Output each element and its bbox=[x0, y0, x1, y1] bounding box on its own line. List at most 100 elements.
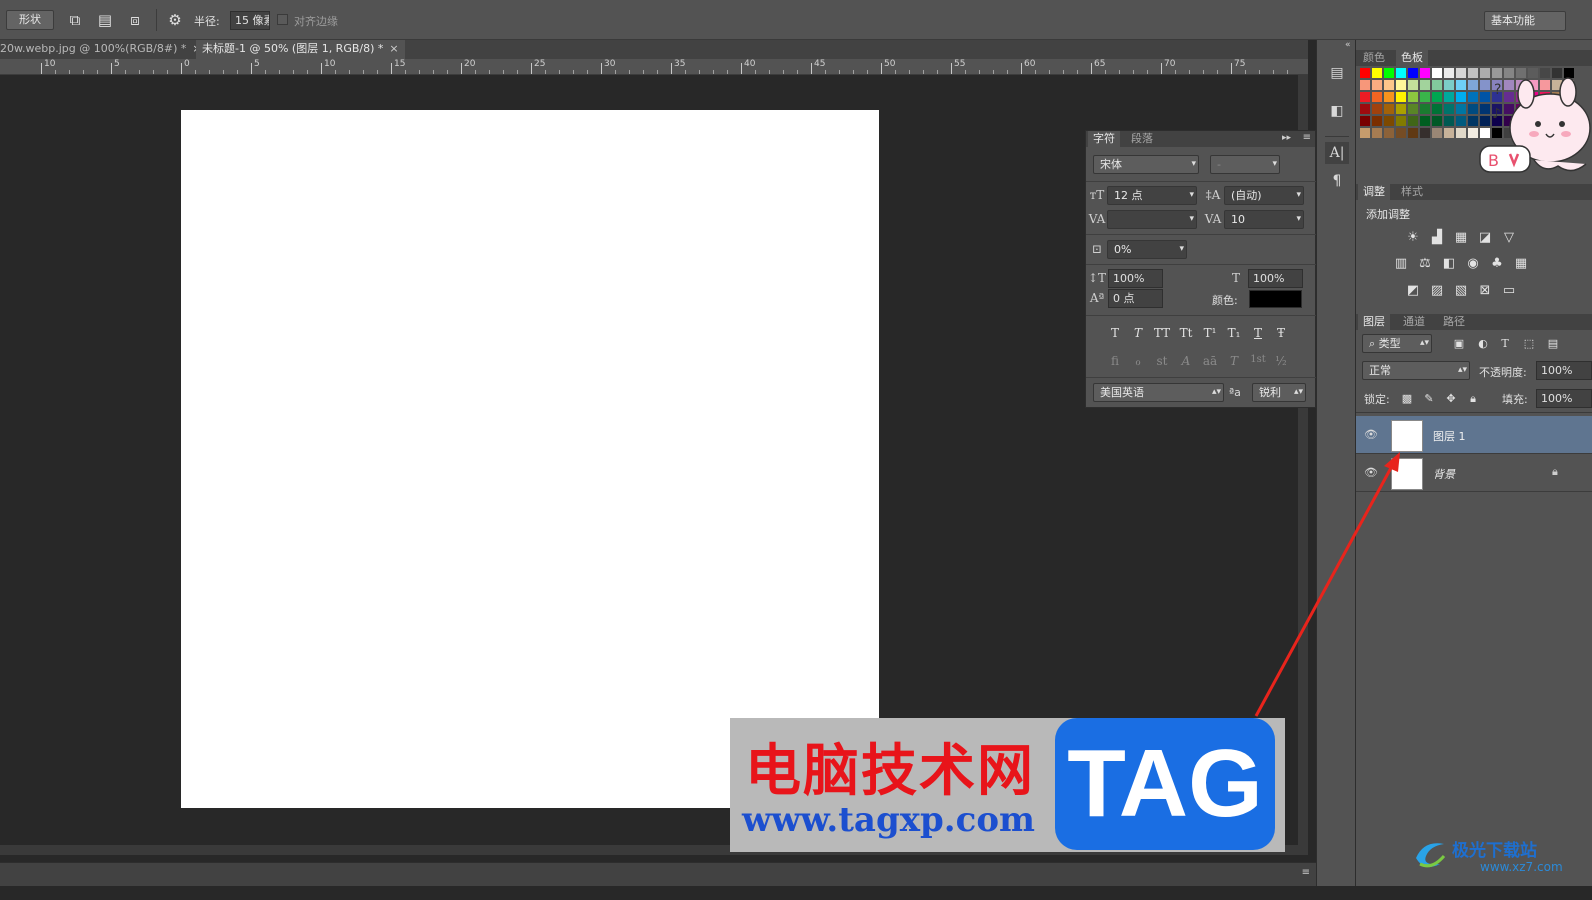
color-swatch[interactable] bbox=[1372, 80, 1382, 90]
path-operations-icon[interactable]: ⧉ bbox=[64, 9, 86, 31]
color-swatch[interactable] bbox=[1432, 68, 1442, 78]
color-swatch[interactable] bbox=[1384, 68, 1394, 78]
lock-all-icon[interactable]: 🔒︎ bbox=[1464, 391, 1482, 407]
color-swatch[interactable] bbox=[1396, 128, 1406, 138]
threshold-icon[interactable]: ▧ bbox=[1452, 283, 1470, 299]
tab-adjustments[interactable]: 调整 bbox=[1358, 184, 1390, 200]
collapse-icon[interactable]: « bbox=[1345, 40, 1351, 50]
color-swatch[interactable] bbox=[1372, 128, 1382, 138]
language-select[interactable]: 美国英语 ▴▾ bbox=[1093, 383, 1224, 402]
small-caps-button[interactable]: Tt bbox=[1175, 326, 1197, 342]
color-swatch[interactable] bbox=[1432, 128, 1442, 138]
color-swatch[interactable] bbox=[1456, 92, 1466, 102]
underline-button[interactable]: T bbox=[1247, 326, 1269, 342]
tab-character[interactable]: 字符 bbox=[1088, 131, 1120, 147]
horizontal-scale-input[interactable]: 100% bbox=[1248, 269, 1303, 288]
invert-icon[interactable]: ◩ bbox=[1404, 283, 1422, 299]
baseline-shift-input[interactable]: 0 点 bbox=[1108, 289, 1163, 308]
all-caps-button[interactable]: TT bbox=[1151, 326, 1173, 342]
color-swatch[interactable] bbox=[1408, 116, 1418, 126]
layer-row-background[interactable]: 👁︎ 背景 🔒︎ bbox=[1356, 454, 1592, 492]
faux-bold-button[interactable]: T bbox=[1104, 326, 1126, 342]
superscript-button[interactable]: T¹ bbox=[1199, 326, 1221, 342]
stylistic-alternates-button[interactable]: A bbox=[1175, 354, 1197, 370]
collapse-icon[interactable]: ▸▸ bbox=[1282, 133, 1291, 143]
selective-color-icon[interactable]: ⊠ bbox=[1476, 283, 1494, 299]
path-arrangement-icon[interactable]: ⧈ bbox=[124, 9, 146, 31]
channel-mixer-icon[interactable]: ♣ bbox=[1488, 256, 1506, 272]
tab-paragraph[interactable]: 段落 bbox=[1126, 131, 1158, 147]
color-swatch[interactable] bbox=[1360, 104, 1370, 114]
path-alignment-icon[interactable]: ▤ bbox=[94, 9, 116, 31]
exposure-icon[interactable]: ◪ bbox=[1476, 230, 1494, 246]
lock-pixels-icon[interactable]: ✎ bbox=[1420, 391, 1438, 407]
subscript-button[interactable]: T₁ bbox=[1223, 326, 1245, 342]
color-swatch[interactable] bbox=[1444, 68, 1454, 78]
vertical-scale-input[interactable]: 100% bbox=[1108, 269, 1163, 288]
ordinals-button[interactable]: 1st bbox=[1247, 354, 1269, 370]
color-swatch[interactable] bbox=[1372, 104, 1382, 114]
color-swatch[interactable] bbox=[1420, 68, 1430, 78]
color-swatch[interactable] bbox=[1396, 68, 1406, 78]
color-swatch[interactable] bbox=[1456, 80, 1466, 90]
panel-menu-icon[interactable]: ≡ bbox=[1303, 132, 1311, 143]
color-swatch[interactable] bbox=[1372, 116, 1382, 126]
document-canvas[interactable] bbox=[181, 110, 879, 808]
paragraph-icon[interactable]: ¶ bbox=[1325, 170, 1349, 192]
color-swatch[interactable] bbox=[1444, 104, 1454, 114]
font-size-input[interactable]: 12 点 ▾ bbox=[1107, 186, 1197, 205]
color-balance-icon[interactable]: ⚖ bbox=[1416, 256, 1434, 272]
ligature-button[interactable]: fi bbox=[1104, 354, 1126, 370]
color-swatch[interactable] bbox=[1432, 104, 1442, 114]
gear-icon[interactable]: ⚙ bbox=[164, 9, 186, 31]
contextual-alternates-button[interactable]: T bbox=[1223, 354, 1245, 370]
lock-transparency-icon[interactable]: ▩ bbox=[1398, 391, 1416, 407]
hue-saturation-icon[interactable]: ▥ bbox=[1392, 256, 1410, 272]
color-swatch[interactable] bbox=[1444, 128, 1454, 138]
tab-color[interactable]: 颜色 bbox=[1358, 50, 1390, 66]
color-swatch[interactable] bbox=[1408, 104, 1418, 114]
color-swatch[interactable] bbox=[1456, 116, 1466, 126]
vibrance-icon[interactable]: ▽ bbox=[1500, 230, 1518, 246]
faux-italic-button[interactable]: T bbox=[1127, 326, 1149, 342]
layer-name[interactable]: 图层 1 bbox=[1433, 428, 1466, 444]
color-swatch[interactable] bbox=[1420, 116, 1430, 126]
black-white-icon[interactable]: ◧ bbox=[1440, 256, 1458, 272]
leading-input[interactable]: (自动) ▾ bbox=[1224, 186, 1304, 205]
filter-shape-icon[interactable]: ⬚ bbox=[1520, 336, 1538, 352]
tsume-input[interactable]: 0% ▾ bbox=[1107, 240, 1187, 259]
curves-icon[interactable]: ▦ bbox=[1452, 230, 1470, 246]
color-swatch[interactable] bbox=[1396, 80, 1406, 90]
antialias-select[interactable]: 锐利 ▴▾ bbox=[1252, 383, 1306, 402]
history-icon[interactable]: ▤ bbox=[1325, 62, 1349, 84]
character-icon[interactable]: A| bbox=[1325, 142, 1349, 164]
color-swatch[interactable] bbox=[1360, 92, 1370, 102]
tab-webp-document[interactable]: 20w.webp.jpg @ 100%(RGB/8#) *× bbox=[0, 40, 208, 59]
color-swatch[interactable] bbox=[1372, 92, 1382, 102]
filter-adjustment-icon[interactable]: ◐ bbox=[1474, 336, 1492, 352]
opacity-input[interactable]: 100% bbox=[1536, 361, 1592, 380]
color-swatch[interactable] bbox=[1444, 116, 1454, 126]
tab-swatches[interactable]: 色板 bbox=[1396, 50, 1428, 66]
close-icon[interactable]: × bbox=[389, 42, 398, 55]
panel-menu-icon[interactable]: ≡ bbox=[1302, 867, 1310, 878]
color-swatch[interactable] bbox=[1420, 92, 1430, 102]
tracking-input[interactable]: 10 ▾ bbox=[1224, 210, 1304, 229]
tab-layers[interactable]: 图层 bbox=[1358, 314, 1390, 330]
color-swatch[interactable] bbox=[1420, 80, 1430, 90]
color-swatch[interactable] bbox=[1360, 68, 1370, 78]
eye-icon[interactable]: 👁︎ bbox=[1364, 466, 1378, 479]
posterize-icon[interactable]: ▨ bbox=[1428, 283, 1446, 299]
align-edges-checkbox[interactable] bbox=[277, 14, 288, 25]
color-swatch[interactable] bbox=[1360, 128, 1370, 138]
tab-paths[interactable]: 路径 bbox=[1438, 314, 1470, 330]
layer-filter-select[interactable]: ⌕ 类型 ▴▾ bbox=[1362, 334, 1432, 353]
color-swatch[interactable] bbox=[1384, 116, 1394, 126]
kerning-input[interactable]: ▾ bbox=[1107, 210, 1197, 229]
levels-icon[interactable]: ▟ bbox=[1428, 230, 1446, 246]
color-swatch[interactable] bbox=[1456, 68, 1466, 78]
color-swatch[interactable] bbox=[1432, 116, 1442, 126]
color-swatch[interactable] bbox=[1420, 104, 1430, 114]
tab-styles[interactable]: 样式 bbox=[1396, 184, 1428, 200]
color-swatch[interactable] bbox=[1384, 128, 1394, 138]
